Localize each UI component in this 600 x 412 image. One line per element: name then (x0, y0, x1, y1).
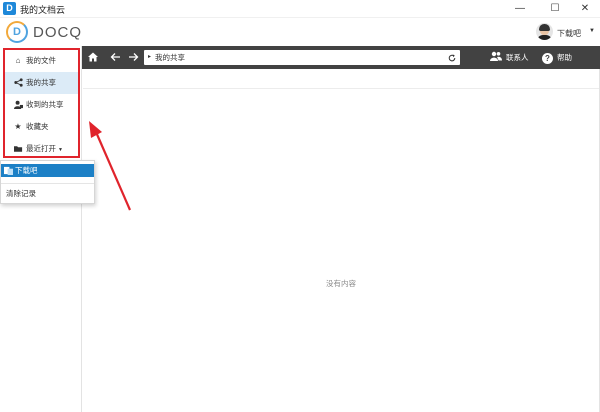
contacts-label: 联系人 (506, 53, 529, 62)
arrow-right-icon (128, 53, 138, 61)
clear-history-button[interactable]: 清除记录 (6, 188, 36, 199)
recent-item[interactable]: 下载吧 (1, 164, 94, 177)
refresh-icon[interactable] (448, 50, 456, 67)
logo-mark: D (13, 26, 21, 38)
divider (1, 183, 94, 184)
contacts-button[interactable]: 联系人 (490, 50, 529, 65)
forward-button[interactable] (126, 49, 140, 65)
minimize-button[interactable]: — (505, 0, 535, 18)
back-button[interactable] (108, 49, 122, 65)
toolbar: ▸ 我的共享 联系人 ? 帮助 (82, 46, 600, 69)
logo-text: DOCQ (33, 24, 82, 41)
help-button[interactable]: ? 帮助 (542, 50, 572, 65)
empty-state-text: 没有内容 (326, 279, 356, 288)
recent-item-label: 下载吧 (15, 166, 38, 175)
user-menu-chevron-down-icon[interactable]: ▼ (589, 28, 595, 34)
breadcrumb-current[interactable]: 我的共享 (155, 50, 185, 65)
arrow-left-icon (110, 53, 120, 61)
breadcrumb[interactable]: ▸ 我的共享 (144, 50, 460, 65)
user-name[interactable]: 下载吧 (557, 28, 581, 39)
window-title: 我的文档云 (20, 5, 66, 15)
maximize-button[interactable]: ☐ (540, 0, 570, 18)
document-icon (4, 164, 13, 180)
contacts-icon (490, 51, 502, 66)
avatar[interactable] (536, 23, 553, 40)
window-titlebar: D 我的文档云 — ☐ ✕ (0, 0, 600, 18)
help-icon: ? (542, 52, 553, 64)
help-label: 帮助 (557, 53, 572, 62)
breadcrumb-separator-icon: ▸ (148, 54, 152, 60)
app-logo-icon: D (3, 2, 16, 15)
annotation-highlight-box (3, 48, 80, 158)
recent-files-dropdown: 下载吧 清除记录 (0, 160, 95, 204)
content-header-divider (83, 88, 600, 89)
home-button[interactable] (86, 49, 100, 65)
docq-logo-icon: D (6, 21, 28, 43)
app-header: D DOCQ 下载吧 ▼ (0, 18, 600, 46)
close-button[interactable]: ✕ (570, 0, 600, 18)
home-icon (88, 52, 98, 62)
